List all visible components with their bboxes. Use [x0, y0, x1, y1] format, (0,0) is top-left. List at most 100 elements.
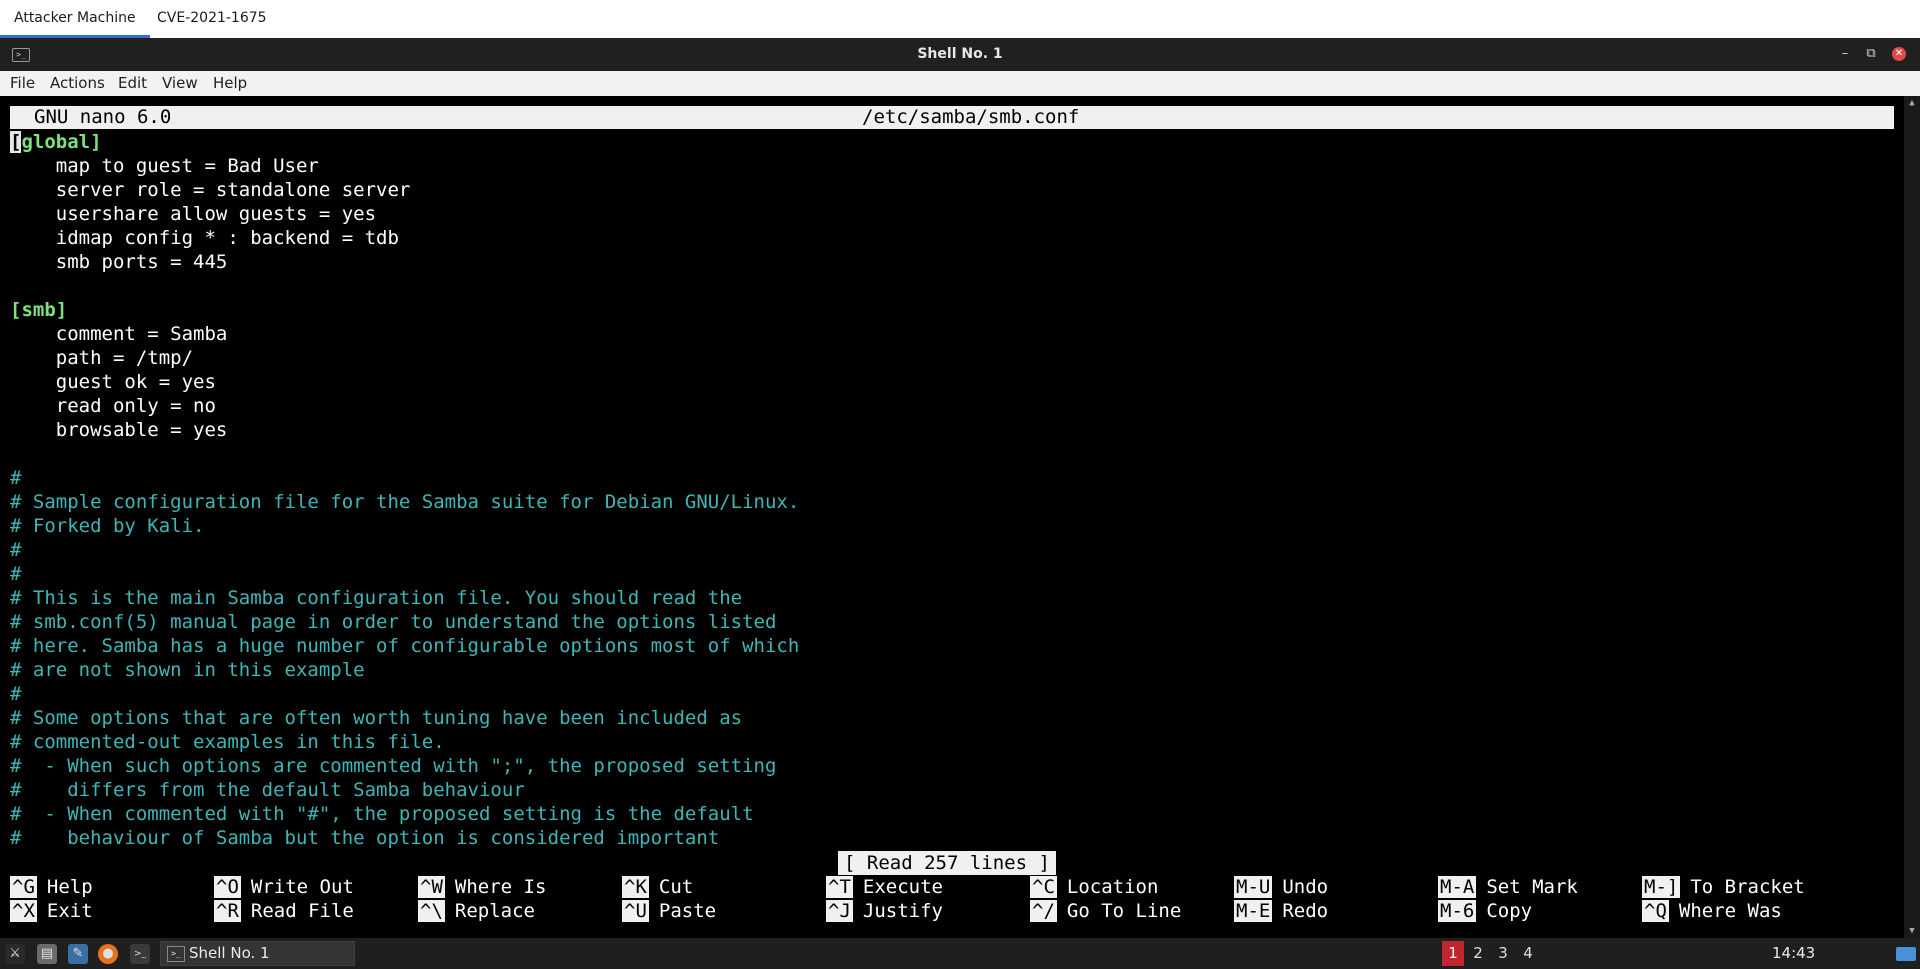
- shortcut-go-to-line[interactable]: ^/ Go To Line: [1030, 899, 1181, 923]
- line-text: global]: [21, 131, 102, 153]
- editor-line[interactable]: # differs from the default Samba behavio…: [10, 778, 1894, 802]
- shortcut-replace[interactable]: ^\ Replace: [418, 899, 535, 923]
- terminal-launcher-icon[interactable]: >_: [130, 944, 150, 964]
- text-cursor: [: [10, 131, 22, 153]
- tab-cve-2021-1675[interactable]: CVE-2021-1675: [143, 0, 281, 38]
- menu-file[interactable]: File: [10, 71, 35, 96]
- shortcut-paste[interactable]: ^U Paste: [622, 899, 716, 923]
- text-editor-icon[interactable]: ✎: [68, 944, 88, 964]
- editor-line[interactable]: server role = standalone server: [10, 178, 1894, 202]
- shortcut-key: ^W: [418, 876, 445, 898]
- shortcut-write-out[interactable]: ^O Write Out: [214, 875, 354, 899]
- editor-line[interactable]: # This is the main Samba configuration f…: [10, 586, 1894, 610]
- shortcut-label: Replace: [454, 900, 535, 922]
- window-titlebar[interactable]: >_ Shell No. 1 – ⧉ ✕: [0, 38, 1920, 71]
- shortcut-redo[interactable]: M-E Redo: [1234, 899, 1328, 923]
- shortcut-key: ^/: [1030, 900, 1057, 922]
- editor-line[interactable]: [global]: [10, 130, 1894, 154]
- task-label: Shell No. 1: [189, 944, 270, 962]
- shortcut-exit[interactable]: ^X Exit: [10, 899, 93, 923]
- shortcut-label: Execute: [862, 876, 943, 898]
- editor-line[interactable]: [smb]: [10, 298, 1894, 322]
- editor-line[interactable]: guest ok = yes: [10, 370, 1894, 394]
- shortcut-where-was[interactable]: ^Q Where Was: [1642, 899, 1782, 923]
- editor-line[interactable]: # smb.conf(5) manual page in order to un…: [10, 610, 1894, 634]
- clock[interactable]: 14:43: [1772, 938, 1815, 969]
- shortcut-label: Where Is: [454, 876, 547, 898]
- nano-filename: /etc/samba/smb.conf: [862, 106, 1080, 128]
- editor-line[interactable]: comment = Samba: [10, 322, 1894, 346]
- shortcut-where-is[interactable]: ^W Where Is: [418, 875, 546, 899]
- menu-actions[interactable]: Actions: [50, 71, 105, 96]
- shortcut-justify[interactable]: ^J Justify: [826, 899, 943, 923]
- editor-line[interactable]: #: [10, 682, 1894, 706]
- scroll-up-icon[interactable]: ▲: [1904, 96, 1920, 110]
- taskbar-task-shell[interactable]: >_ Shell No. 1: [160, 941, 355, 966]
- shortcut-set-mark[interactable]: M-A Set Mark: [1438, 875, 1578, 899]
- editor-line[interactable]: browsable = yes: [10, 418, 1894, 442]
- tab-attacker-machine[interactable]: Attacker Machine: [0, 0, 150, 38]
- editor-line[interactable]: # Forked by Kali.: [10, 514, 1894, 538]
- workspace-4[interactable]: 4: [1517, 941, 1539, 966]
- editor-line[interactable]: # Sample configuration file for the Samb…: [10, 490, 1894, 514]
- workspace-1[interactable]: 1: [1442, 941, 1464, 966]
- editor-line[interactable]: map to guest = Bad User: [10, 154, 1894, 178]
- minimize-button[interactable]: –: [1836, 45, 1854, 63]
- shortcut-key: ^T: [826, 876, 853, 898]
- shortcut-location[interactable]: ^C Location: [1030, 875, 1158, 899]
- editor-line[interactable]: [10, 274, 1894, 298]
- menu-view[interactable]: View: [162, 71, 198, 96]
- editor-line[interactable]: # behaviour of Samba but the option is c…: [10, 826, 1894, 850]
- notification-icon[interactable]: [1896, 947, 1916, 961]
- editor-line[interactable]: path = /tmp/: [10, 346, 1894, 370]
- editor-line[interactable]: usershare allow guests = yes: [10, 202, 1894, 226]
- shortcut-key: ^G: [10, 876, 37, 898]
- editor-line[interactable]: #: [10, 562, 1894, 586]
- shortcut-to-bracket[interactable]: M-] To Bracket: [1642, 875, 1805, 899]
- kali-menu-icon[interactable]: ⚔: [5, 944, 25, 964]
- shortcut-key: ^Q: [1642, 900, 1669, 922]
- shortcut-read-file[interactable]: ^R Read File: [214, 899, 354, 923]
- menu-edit[interactable]: Edit: [118, 71, 147, 96]
- shortcut-label: Location: [1066, 876, 1159, 898]
- editor-line[interactable]: read only = no: [10, 394, 1894, 418]
- shortcut-label: Cut: [658, 876, 694, 898]
- shortcut-key: M-]: [1642, 876, 1681, 898]
- editor-line[interactable]: # Some options that are often worth tuni…: [10, 706, 1894, 730]
- editor-line[interactable]: # commented-out examples in this file.: [10, 730, 1894, 754]
- editor-line[interactable]: # are not shown in this example: [10, 658, 1894, 682]
- menu-bar: File Actions Edit View Help: [0, 71, 1920, 97]
- editor-line[interactable]: smb ports = 445: [10, 250, 1894, 274]
- shortcut-copy[interactable]: M-6 Copy: [1438, 899, 1532, 923]
- file-manager-icon[interactable]: ▤: [37, 944, 57, 964]
- shortcut-execute[interactable]: ^T Execute: [826, 875, 943, 899]
- nano-header: GNU nano 6.0 /etc/samba/smb.conf: [10, 106, 1894, 129]
- editor-line[interactable]: # here. Samba has a huge number of confi…: [10, 634, 1894, 658]
- scroll-down-icon[interactable]: ▼: [1904, 924, 1920, 938]
- menu-help[interactable]: Help: [213, 71, 247, 96]
- shortcut-cut[interactable]: ^K Cut: [622, 875, 693, 899]
- shortcut-label: Copy: [1486, 900, 1533, 922]
- shortcut-label: Exit: [46, 900, 93, 922]
- editor-buffer[interactable]: [global] map to guest = Bad User server …: [10, 130, 1894, 850]
- shortcut-key: ^O: [214, 876, 241, 898]
- editor-line[interactable]: [10, 442, 1894, 466]
- firefox-icon[interactable]: ●: [98, 944, 118, 964]
- terminal-scrollbar[interactable]: ▲ ▼: [1904, 96, 1920, 938]
- shortcut-label: Justify: [862, 900, 943, 922]
- terminal-area[interactable]: GNU nano 6.0 /etc/samba/smb.conf [global…: [0, 96, 1920, 938]
- editor-line[interactable]: # - When commented with "#", the propose…: [10, 802, 1894, 826]
- editor-line[interactable]: idmap config * : backend = tdb: [10, 226, 1894, 250]
- editor-line[interactable]: #: [10, 538, 1894, 562]
- window-title: Shell No. 1: [917, 46, 1003, 62]
- close-button[interactable]: ✕: [1892, 47, 1906, 61]
- editor-line[interactable]: # - When such options are commented with…: [10, 754, 1894, 778]
- session-tab-strip: Attacker Machine CVE-2021-1675: [0, 0, 1920, 39]
- restore-button[interactable]: ⧉: [1862, 45, 1880, 63]
- terminal-icon: >_: [167, 946, 185, 962]
- workspace-3[interactable]: 3: [1492, 941, 1514, 966]
- workspace-2[interactable]: 2: [1467, 941, 1489, 966]
- editor-line[interactable]: #: [10, 466, 1894, 490]
- shortcut-help[interactable]: ^G Help: [10, 875, 93, 899]
- shortcut-undo[interactable]: M-U Undo: [1234, 875, 1328, 899]
